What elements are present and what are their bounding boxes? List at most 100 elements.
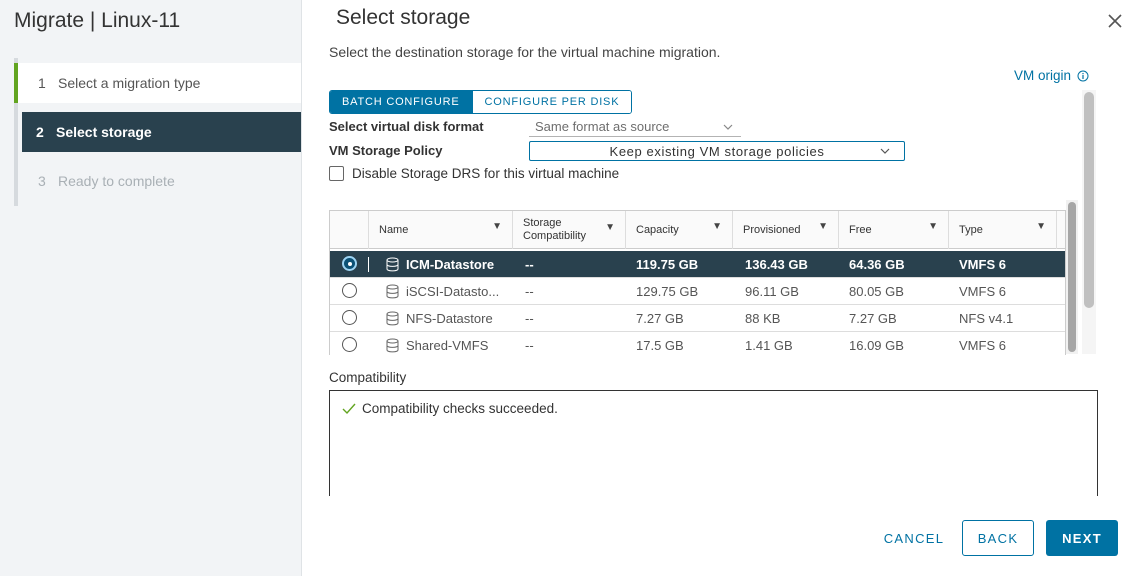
table-scrollbar[interactable] (1066, 200, 1078, 354)
cell-compat: -- (525, 257, 534, 272)
compatibility-label: Compatibility (329, 370, 407, 385)
column-header-free[interactable]: Free ▼ (839, 211, 949, 249)
row-radio[interactable] (342, 337, 357, 352)
table-row[interactable]: Shared-VMFS -- 17.5 GB 1.41 GB 16.09 GB … (330, 332, 1065, 355)
filter-icon[interactable]: ▼ (1036, 221, 1046, 232)
row-radio[interactable] (342, 283, 357, 298)
table-scrollbar-thumb[interactable] (1068, 202, 1076, 352)
cell-name: iSCSI-Datasto... (406, 284, 500, 299)
batch-configure-button[interactable]: BATCH CONFIGURE (330, 91, 472, 113)
disable-drs-option[interactable]: Disable Storage DRS for this virtual mac… (329, 166, 619, 181)
step-number: 2 (36, 124, 44, 140)
cell-type: NFS v4.1 (959, 311, 1014, 326)
vm-origin-link[interactable]: VM origin (1014, 68, 1089, 83)
cell-capacity: 17.5 GB (636, 338, 684, 353)
disk-format-value: Same format as source (535, 119, 670, 134)
wizard-step-migration-type[interactable]: 1 Select a migration type (14, 63, 301, 103)
cell-capacity: 7.27 GB (636, 311, 684, 326)
cell-compat: -- (525, 284, 534, 299)
row-divider (368, 257, 369, 272)
storage-policy-select[interactable]: Keep existing VM storage policies (529, 141, 905, 161)
column-header-provisioned[interactable]: Provisioned ▼ (733, 211, 839, 249)
column-label: Capacity (636, 224, 679, 236)
compatibility-text: Compatibility checks succeeded. (362, 401, 558, 416)
cancel-button[interactable]: CANCEL (873, 520, 955, 556)
filter-icon[interactable]: ▼ (818, 221, 828, 232)
table-row[interactable]: iSCSI-Datasto... -- 129.75 GB 96.11 GB 8… (330, 278, 1065, 305)
table-header: Name ▼ Storage Compatibility ▼ Capacity … (330, 211, 1065, 249)
column-header-name[interactable]: Name ▼ (369, 211, 513, 249)
page-title: Select storage (336, 6, 471, 29)
content-scrollbar-thumb[interactable] (1084, 92, 1094, 308)
wizard-step-select-storage[interactable]: 2 Select storage (22, 112, 301, 152)
configure-per-disk-button[interactable]: CONFIGURE PER DISK (471, 91, 632, 113)
table-row[interactable]: NFS-Datastore -- 7.27 GB 88 KB 7.27 GB N… (330, 305, 1065, 332)
disable-drs-label: Disable Storage DRS for this virtual mac… (352, 166, 620, 181)
wizard-sidebar: Migrate | Linux-11 1 Select a migration … (0, 0, 302, 576)
wizard-title: Migrate | Linux-11 (14, 9, 181, 32)
close-button[interactable] (1106, 12, 1124, 30)
step-label: Select a migration type (58, 75, 201, 91)
vm-origin-label: VM origin (1014, 68, 1072, 83)
disk-format-label: Select virtual disk format (329, 119, 484, 134)
datastore-icon (386, 284, 399, 299)
table-row[interactable]: ICM-Datastore -- 119.75 GB 136.43 GB 64.… (330, 251, 1065, 278)
filter-icon[interactable]: ▼ (492, 221, 502, 232)
cell-free: 80.05 GB (849, 284, 904, 299)
row-radio[interactable] (342, 310, 357, 325)
cell-provisioned: 136.43 GB (745, 257, 808, 272)
chevron-down-icon (723, 124, 733, 130)
cell-capacity: 119.75 GB (636, 257, 699, 272)
disk-format-select[interactable]: Same format as source (529, 117, 741, 137)
back-button[interactable]: BACK (962, 520, 1034, 556)
cell-provisioned: 96.11 GB (745, 284, 799, 299)
storage-policy-value: Keep existing VM storage policies (609, 143, 825, 159)
cell-provisioned: 1.41 GB (745, 338, 793, 353)
content-scrollbar[interactable] (1082, 90, 1096, 354)
cell-type: VMFS 6 (959, 257, 1006, 272)
step-number: 1 (38, 75, 46, 91)
cell-provisioned: 88 KB (745, 311, 781, 326)
cell-free: 64.36 GB (849, 257, 905, 272)
datastore-icon (386, 311, 399, 326)
column-label: Free (849, 224, 872, 236)
step-label: Ready to complete (58, 173, 175, 189)
storage-policy-label: VM Storage Policy (329, 143, 443, 158)
cell-capacity: 129.75 GB (636, 284, 699, 299)
close-icon (1108, 14, 1122, 28)
datastore-icon (386, 338, 399, 353)
column-label: Type (959, 224, 983, 236)
cell-type: VMFS 6 (959, 338, 1006, 353)
next-button[interactable]: NEXT (1046, 520, 1118, 556)
configure-mode-toggle: BATCH CONFIGURE CONFIGURE PER DISK (329, 90, 633, 114)
cell-compat: -- (525, 311, 534, 326)
column-header-compatibility[interactable]: Storage Compatibility ▼ (513, 211, 626, 249)
column-header-type[interactable]: Type ▼ (949, 211, 1057, 249)
step-label: Select storage (56, 124, 152, 140)
cell-compat: -- (525, 338, 534, 353)
compatibility-message: Compatibility checks succeeded. (342, 401, 558, 416)
step-number: 3 (38, 173, 46, 189)
info-icon (1077, 70, 1089, 81)
filter-icon[interactable]: ▼ (928, 221, 938, 232)
cell-type: VMFS 6 (959, 284, 1006, 299)
row-radio-selected[interactable] (342, 256, 357, 271)
cell-free: 7.27 GB (849, 311, 897, 326)
select-column-header (330, 211, 369, 249)
cell-free: 16.09 GB (849, 338, 904, 353)
cell-name: NFS-Datastore (406, 311, 493, 326)
datastore-icon (386, 257, 399, 272)
cell-name: ICM-Datastore (406, 257, 495, 272)
page-description: Select the destination storage for the v… (329, 44, 721, 60)
filter-icon[interactable]: ▼ (712, 221, 722, 232)
column-header-capacity[interactable]: Capacity ▼ (626, 211, 733, 249)
column-label: Storage Compatibility (523, 217, 586, 242)
chevron-down-icon (880, 148, 890, 154)
filter-icon[interactable]: ▼ (605, 221, 615, 234)
wizard-step-ready-to-complete: 3 Ready to complete (14, 161, 301, 201)
cell-name: Shared-VMFS (406, 338, 489, 353)
datastore-table: Name ▼ Storage Compatibility ▼ Capacity … (329, 210, 1066, 355)
column-label: Provisioned (743, 224, 801, 236)
checkmark-icon (342, 403, 356, 414)
disable-drs-checkbox[interactable] (329, 166, 344, 181)
